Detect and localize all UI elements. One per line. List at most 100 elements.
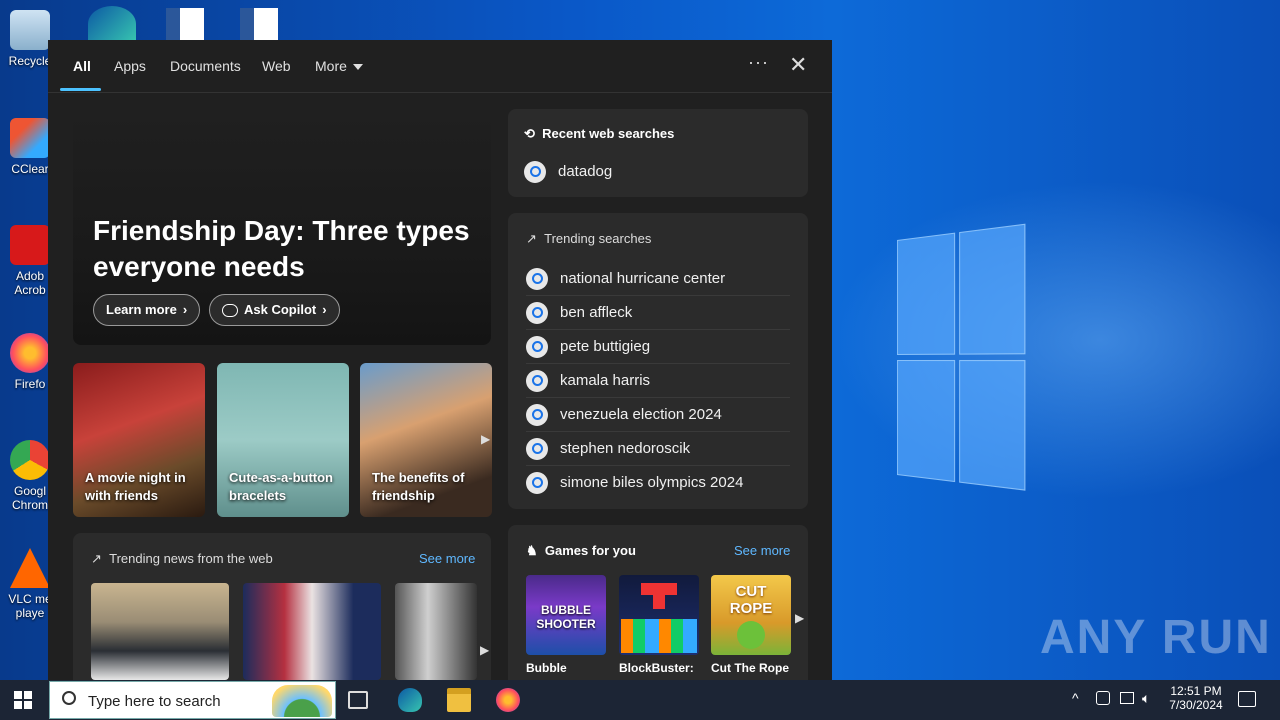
see-more-games-link[interactable]: See more	[734, 543, 790, 558]
more-options-button[interactable]: ···	[748, 52, 769, 73]
edge-taskbar-icon[interactable]	[398, 688, 422, 712]
story-card[interactable]: Cute-as-a-button bracelets	[217, 363, 349, 517]
story-card[interactable]: The benefits of friendship	[360, 363, 492, 517]
trending-searches-title: Trending searches	[544, 231, 651, 246]
chevron-up-icon[interactable]: ^	[1072, 690, 1079, 706]
search-highlight-image[interactable]	[272, 685, 332, 717]
game-tile-blockbuster[interactable]	[619, 575, 699, 655]
history-icon: ⟲	[524, 126, 535, 141]
desktop-icon-label: VLC me playe	[8, 592, 51, 620]
ask-copilot-button[interactable]: Ask Copilot ›	[209, 294, 340, 326]
firefox-taskbar-icon[interactable]	[496, 688, 520, 712]
block-piece	[653, 595, 665, 609]
carousel-next-arrow[interactable]: ▶	[481, 432, 490, 446]
network-icon[interactable]	[1120, 692, 1134, 704]
chevron-right-icon: ›	[183, 302, 187, 317]
search-icon	[526, 438, 548, 460]
trending-search-item[interactable]: ben affleck	[526, 296, 790, 330]
edge-desktop-icon[interactable]	[88, 6, 136, 42]
recent-searches-box: ⟲ Recent web searches datadog	[508, 109, 808, 197]
anyrun-watermark: ANY RUN	[1040, 610, 1272, 665]
tab-all[interactable]: All	[73, 58, 91, 74]
clock-time: 12:51 PM	[1170, 684, 1221, 698]
trending-search-text: simone biles olympics 2024	[560, 474, 743, 491]
trending-icon: ↗	[91, 551, 102, 566]
trending-search-item[interactable]: simone biles olympics 2024	[526, 466, 790, 500]
taskbar-search-placeholder: Type here to search	[88, 693, 221, 710]
chat-icon	[222, 304, 238, 317]
trending-search-item[interactable]: stephen nedoroscik	[526, 432, 790, 466]
task-view-icon[interactable]	[348, 691, 368, 709]
story-card-caption: The benefits of friendship	[372, 469, 484, 505]
game-tile-art-text: BUBBLE SHOOTER	[530, 603, 602, 631]
news-thumbnail[interactable]	[395, 583, 477, 680]
word-document-icon[interactable]	[166, 8, 204, 40]
tab-more[interactable]: More	[315, 58, 363, 74]
trending-searches-header: ↗ Trending searches	[526, 231, 651, 247]
close-button[interactable]: ✕	[789, 52, 807, 78]
taskbar-search-box[interactable]: Type here to search	[49, 681, 336, 719]
trending-news-title: Trending news from the web	[109, 551, 273, 566]
block-rows	[621, 619, 697, 653]
story-card-caption: A movie night in with friends	[85, 469, 197, 505]
tab-web[interactable]: Web	[262, 58, 291, 74]
trending-search-text: ben affleck	[560, 304, 632, 321]
game-tile-cut-the-rope[interactable]: CUT ROPE	[711, 575, 791, 655]
file-explorer-icon[interactable]	[447, 688, 471, 712]
acrobat-icon	[10, 225, 50, 265]
desktop-icon-label: Adob Acrob	[14, 269, 45, 297]
ask-copilot-label: Ask Copilot	[244, 302, 316, 317]
trending-news-section: ↗ Trending news from the web See more ▶	[73, 533, 491, 680]
word-document-icon[interactable]	[240, 8, 278, 40]
desktop-icon-label: Firefo	[15, 377, 46, 391]
hero-banner[interactable]: Friendship Day: Three types everyone nee…	[73, 109, 491, 345]
game-name: Cut The Rope	[711, 661, 789, 675]
search-icon	[526, 472, 548, 494]
block-piece	[641, 583, 677, 595]
search-tabs: All Apps Documents Web More ··· ✕	[48, 40, 832, 93]
trending-search-item[interactable]: national hurricane center	[526, 262, 790, 296]
recycle-bin-icon	[10, 10, 50, 50]
trending-search-text: venezuela election 2024	[560, 406, 722, 423]
start-button[interactable]	[14, 691, 32, 709]
tab-documents[interactable]: Documents	[170, 58, 241, 74]
notification-icon[interactable]	[1238, 691, 1256, 707]
trending-search-item[interactable]: venezuela election 2024	[526, 398, 790, 432]
hero-title: Friendship Day: Three types everyone nee…	[93, 213, 483, 285]
taskbar: Type here to search ^ 🔈︎ 12:51 PM 7/30/2…	[0, 680, 1280, 720]
recent-searches-title: Recent web searches	[542, 126, 674, 141]
recent-searches-header: ⟲ Recent web searches	[524, 126, 674, 142]
search-icon	[526, 370, 548, 392]
carousel-next-arrow[interactable]: ▶	[480, 643, 489, 657]
game-tile-bubble-shooter[interactable]: BUBBLE SHOOTER	[526, 575, 606, 655]
clock[interactable]: 12:51 PM 7/30/2024	[1166, 684, 1226, 712]
trending-search-text: kamala harris	[560, 372, 650, 389]
news-thumbnail[interactable]	[243, 583, 381, 680]
game-name: BlockBuster:	[619, 661, 694, 675]
trending-searches-box: ↗ Trending searches national hurricane c…	[508, 213, 808, 509]
start-logo-pane	[24, 701, 32, 709]
search-icon	[526, 268, 548, 290]
meet-now-icon[interactable]	[1096, 691, 1110, 705]
search-icon	[524, 161, 546, 183]
news-thumbnail[interactable]	[91, 583, 229, 680]
see-more-news-link[interactable]: See more	[419, 551, 475, 566]
trending-search-item[interactable]: pete buttigieg	[526, 330, 790, 364]
game-tile-art-text: CUT ROPE	[715, 583, 787, 617]
carousel-next-arrow[interactable]: ▶	[795, 611, 804, 625]
recent-search-item[interactable]: datadog	[524, 155, 788, 189]
trending-search-item[interactable]: kamala harris	[526, 364, 790, 398]
chevron-right-icon: ›	[322, 302, 326, 317]
recent-search-text: datadog	[558, 163, 612, 180]
desktop-icon-label: Recycle	[9, 54, 52, 68]
search-icon	[526, 302, 548, 324]
search-icon	[526, 404, 548, 426]
clock-date: 7/30/2024	[1169, 698, 1222, 712]
trending-news-header: ↗ Trending news from the web	[91, 551, 273, 567]
story-card[interactable]: A movie night in with friends	[73, 363, 205, 517]
windows-logo-wallpaper	[897, 223, 1028, 496]
volume-icon[interactable]: 🔈︎	[1142, 690, 1150, 707]
tab-apps[interactable]: Apps	[114, 58, 146, 74]
games-title: Games for you	[545, 543, 636, 558]
learn-more-button[interactable]: Learn more ›	[93, 294, 200, 326]
